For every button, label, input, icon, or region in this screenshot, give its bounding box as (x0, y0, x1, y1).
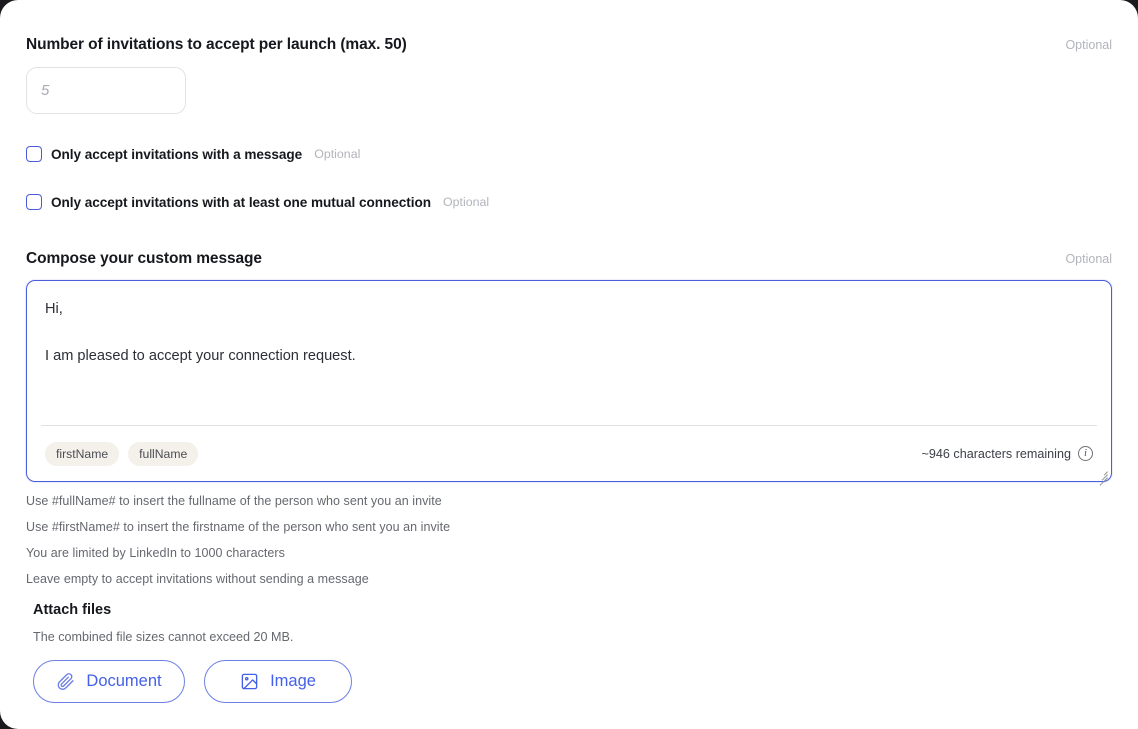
invitations-label-row: Number of invitations to accept per laun… (26, 36, 1112, 54)
invitations-optional-tag: Optional (1065, 38, 1112, 52)
hint-character-limit: You are limited by LinkedIn to 1000 char… (26, 546, 285, 560)
character-counter: ~946 characters remaining i (922, 446, 1093, 461)
checkbox-row-message[interactable]: Only accept invitations with a message O… (26, 146, 1112, 162)
chip-first-name[interactable]: firstName (45, 441, 120, 466)
compose-label: Compose your custom message (26, 250, 262, 267)
form-container: Number of invitations to accept per laun… (0, 0, 1138, 703)
variable-chips: firstName fullName (45, 441, 199, 466)
checkbox-optional-mutual: Optional (443, 195, 490, 209)
invitations-count-input[interactable] (26, 67, 186, 114)
attach-document-label: Document (86, 672, 162, 690)
compose-label-row: Compose your custom message Optional (26, 250, 1112, 268)
attach-buttons: Document Image (33, 660, 1112, 703)
paperclip-icon (56, 672, 75, 691)
message-toolbar: firstName fullName ~946 characters remai… (41, 425, 1097, 481)
checkbox-label-mutual: Only accept invitations with at least on… (51, 194, 432, 210)
message-body[interactable]: Hi, I am pleased to accept your connecti… (27, 281, 1111, 425)
settings-card: Number of invitations to accept per laun… (0, 0, 1138, 729)
message-line-body: I am pleased to accept your connection r… (45, 347, 356, 364)
checkbox-optional-message: Optional (314, 147, 361, 161)
checkbox-only-with-message[interactable] (26, 146, 42, 162)
checkbox-row-mutual[interactable]: Only accept invitations with at least on… (26, 194, 1112, 210)
compose-optional-tag: Optional (1065, 252, 1112, 266)
message-line-greeting: Hi, (45, 301, 63, 317)
attach-files-title: Attach files (33, 602, 112, 618)
hint-fullname: Use #fullName# to insert the fullname of… (26, 494, 442, 508)
attach-image-button[interactable]: Image (204, 660, 352, 703)
attach-files-note: The combined file sizes cannot exceed 20… (33, 630, 294, 644)
checkbox-label-message: Only accept invitations with a message (51, 146, 303, 162)
invitations-label: Number of invitations to accept per laun… (26, 36, 407, 53)
textarea-resize-handle[interactable] (1095, 465, 1109, 486)
attach-document-button[interactable]: Document (33, 660, 185, 703)
attach-files-section: Attach files The combined file sizes can… (26, 602, 1112, 703)
hint-firstname: Use #firstName# to insert the firstname … (26, 520, 451, 534)
image-icon (240, 672, 259, 691)
info-circle-icon[interactable]: i (1078, 446, 1093, 461)
checkbox-only-mutual-connection[interactable] (26, 194, 42, 210)
chip-full-name[interactable]: fullName (128, 441, 199, 466)
custom-message-textarea[interactable]: Hi, I am pleased to accept your connecti… (26, 280, 1112, 486)
hint-leave-empty: Leave empty to accept invitations withou… (26, 572, 369, 586)
character-counter-text: ~946 characters remaining (921, 446, 1071, 461)
hints-list: Use #fullName# to insert the fullname of… (26, 494, 1112, 586)
attach-image-label: Image (270, 672, 316, 690)
